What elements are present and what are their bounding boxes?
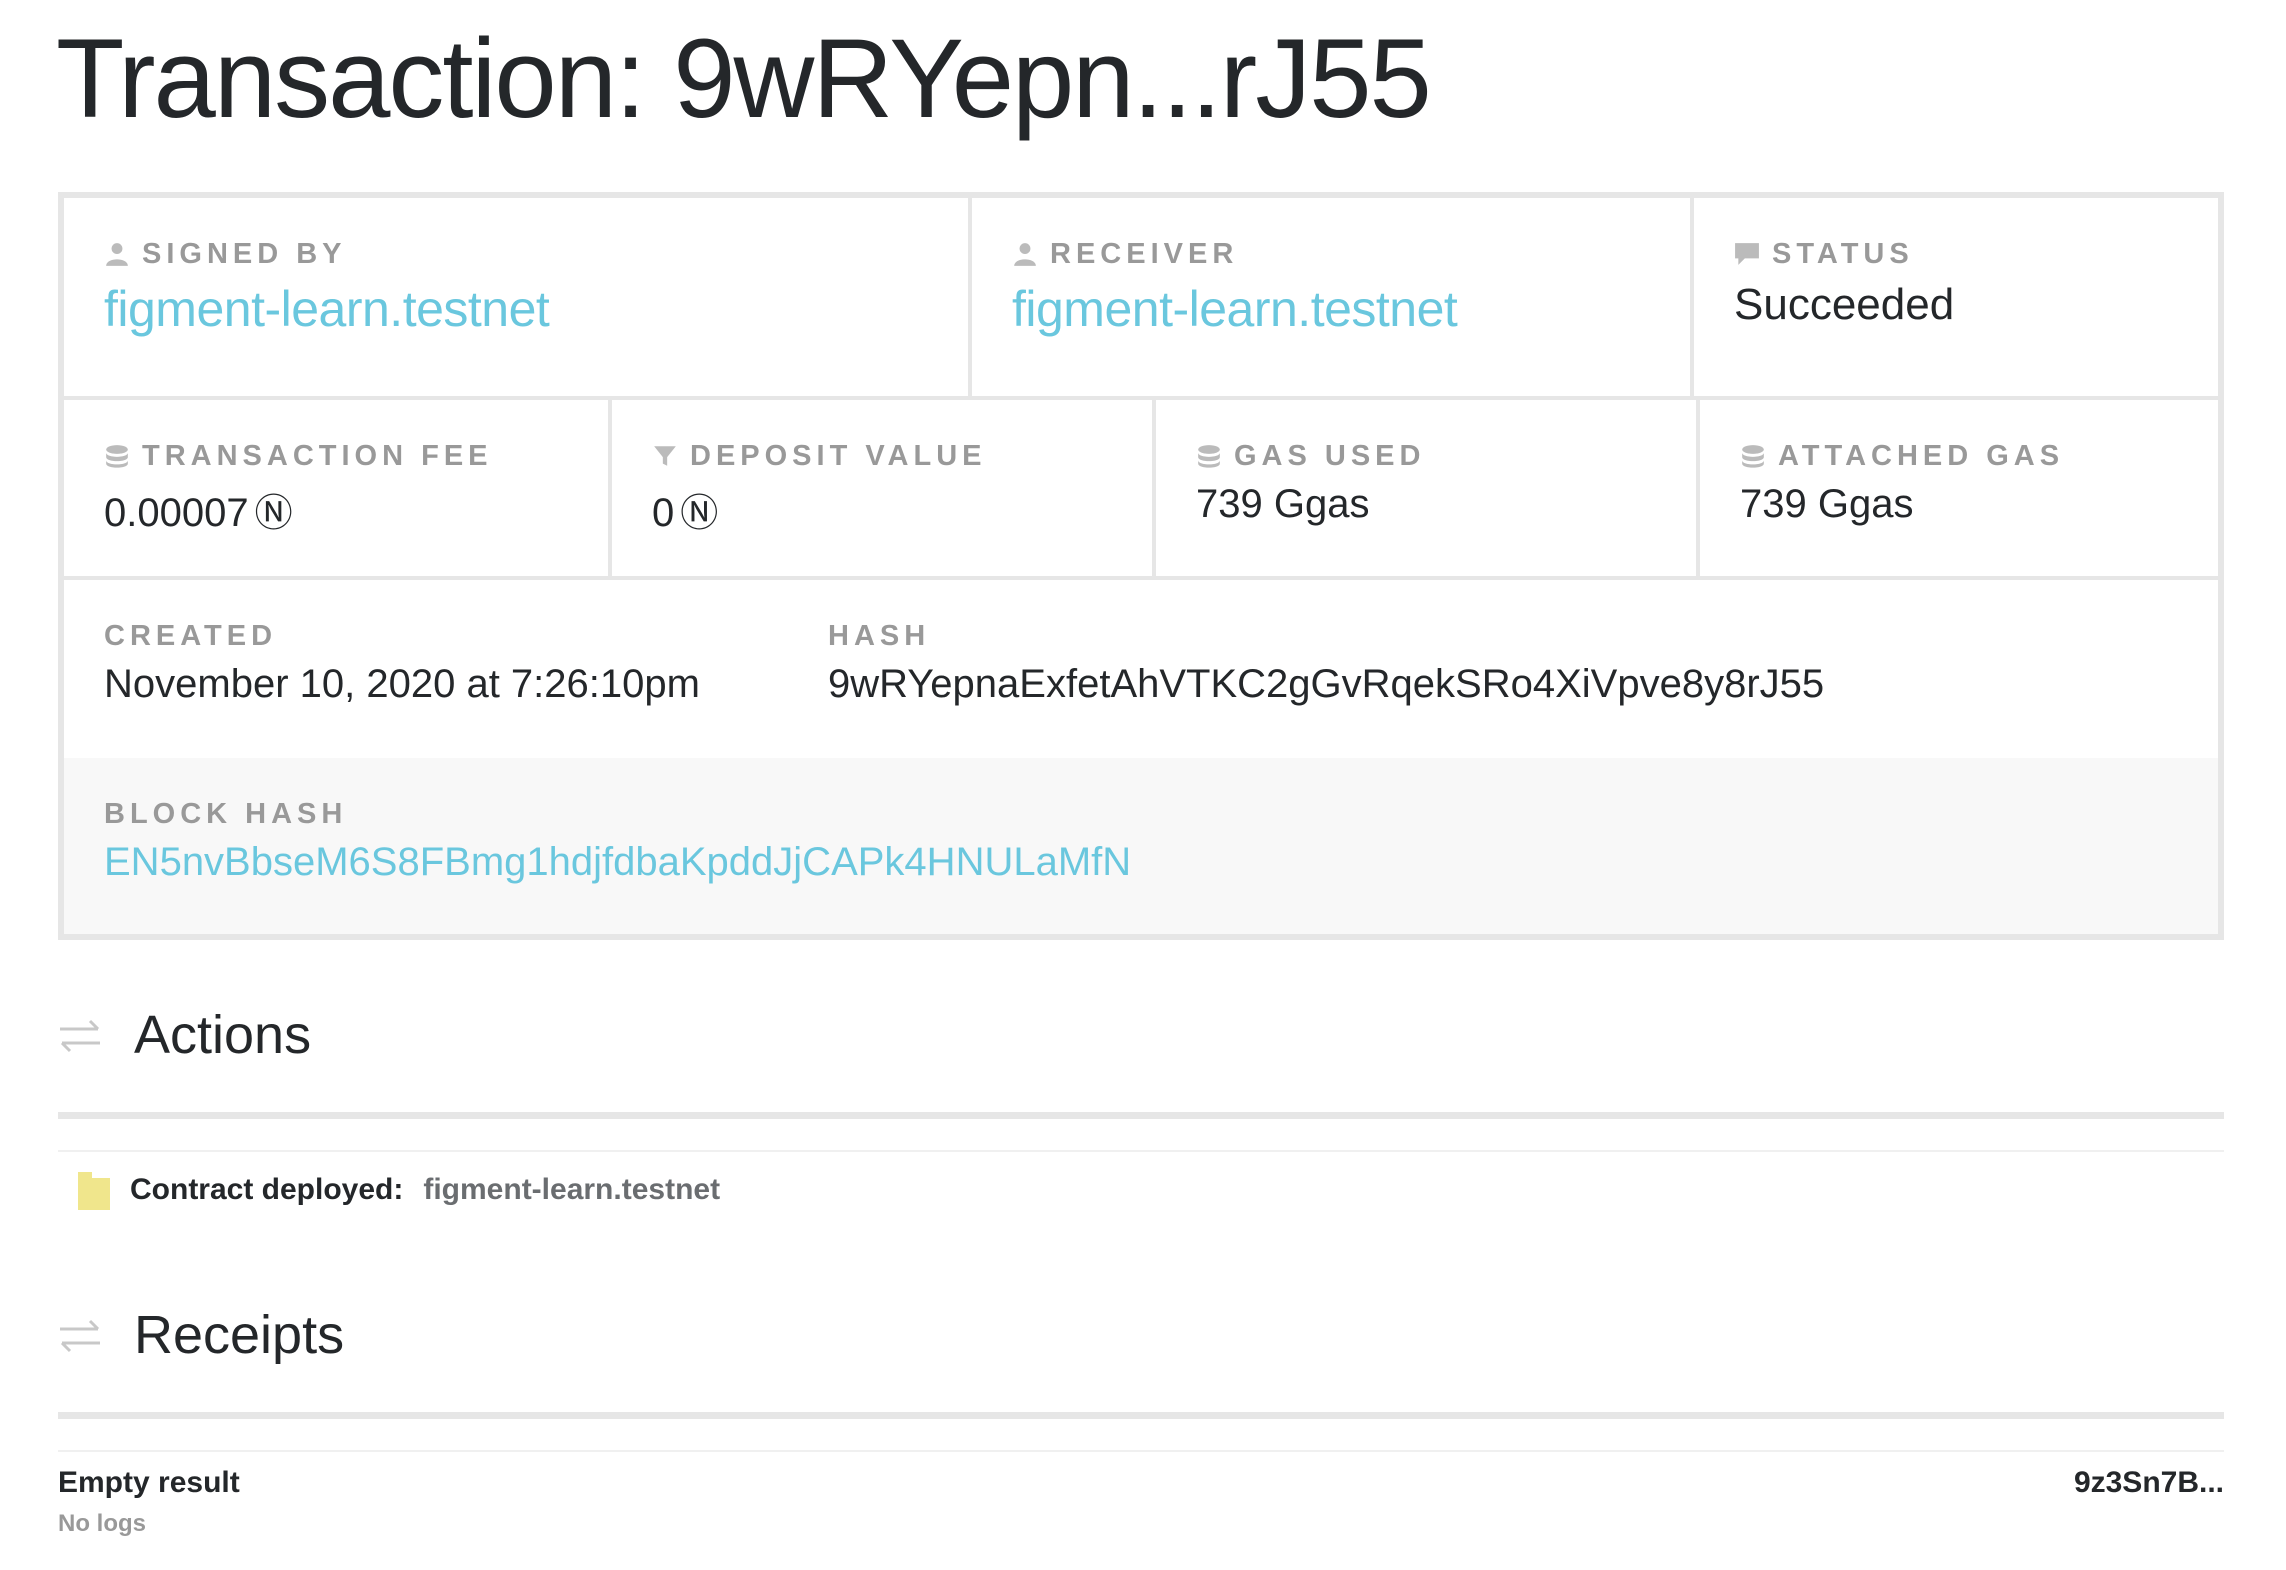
action-item: Contract deployed: figment-learn.testnet: [78, 1170, 720, 1210]
coins-icon: [1742, 445, 1764, 468]
user-icon: [106, 243, 128, 266]
status-cell: STATUS Succeeded: [1690, 198, 2218, 396]
attached-gas-value: 739 Ggas: [1740, 482, 1914, 526]
attached-gas-label: ATTACHED GAS: [1740, 438, 2218, 474]
page-title: Transaction: 9wRYepn...rJ55: [56, 16, 1432, 141]
actions-header: Actions: [56, 1004, 311, 1066]
block-hash-link[interactable]: EN5nvBbseM6S8FBmg1hdjfdbaKpddJjCAPk4HNUL…: [104, 840, 2218, 885]
transfer-arrows-icon: [60, 1319, 100, 1353]
near-token-icon: Ⓝ: [680, 493, 719, 535]
deposit-value-label: DEPOSIT VALUE: [652, 438, 1152, 474]
status-value: Succeeded: [1734, 280, 1955, 329]
created-value: November 10, 2020 at 7:26:10pm: [104, 662, 700, 706]
filter-icon: [654, 446, 676, 466]
coins-icon: [106, 445, 128, 468]
transaction-fee-value: 0.00007 Ⓝ: [104, 482, 608, 537]
overview-row-gas: TRANSACTION FEE 0.00007 Ⓝ DEPOSIT VALUE 0…: [64, 400, 2218, 580]
hash-label: HASH: [828, 619, 931, 652]
receiver-cell: RECEIVER figment-learn.testnet: [968, 198, 1690, 396]
receipt-item: Empty result No logs: [58, 1466, 240, 1538]
overview-row-created-hash: CREATED November 10, 2020 at 7:26:10pm H…: [64, 580, 2218, 758]
transfer-arrows-icon: [60, 1019, 100, 1053]
receipt-id[interactable]: 9z3Sn7B...: [2074, 1466, 2224, 1500]
receipt-logs: No logs: [58, 1510, 146, 1537]
created-cell: CREATED November 10, 2020 at 7:26:10pm: [64, 580, 788, 758]
attached-gas-cell: ATTACHED GAS 739 Ggas: [1696, 400, 2218, 576]
signed-by-cell: SIGNED BY figment-learn.testnet: [64, 198, 968, 396]
hash-value: 9wRYepnaExfetAhVTKC2gGvRqekSRo4XiVpve8y8…: [828, 662, 1825, 706]
transaction-fee-label: TRANSACTION FEE: [104, 438, 608, 474]
overview-row-block-hash: BLOCK HASH EN5nvBbseM6S8FBmg1hdjfdbaKpdd…: [64, 758, 2218, 934]
actions-row-divider: [58, 1150, 2224, 1152]
action-value[interactable]: figment-learn.testnet: [423, 1173, 720, 1207]
signed-by-link[interactable]: figment-learn.testnet: [104, 280, 968, 338]
receipts-divider: [58, 1412, 2224, 1419]
receipts-header: Receipts: [56, 1304, 344, 1366]
user-icon: [1014, 243, 1036, 266]
transaction-overview-card: SIGNED BY figment-learn.testnet RECEIVER…: [58, 192, 2224, 940]
receiver-link[interactable]: figment-learn.testnet: [1012, 280, 1690, 338]
coins-icon: [1198, 445, 1220, 468]
receiver-label: RECEIVER: [1012, 236, 1690, 272]
speech-bubble-icon: [1735, 243, 1759, 265]
block-hash-cell: BLOCK HASH EN5nvBbseM6S8FBmg1hdjfdbaKpdd…: [64, 758, 2218, 934]
gas-used-cell: GAS USED 739 Ggas: [1152, 400, 1696, 576]
receipts-row-divider: [58, 1450, 2224, 1452]
gas-used-value: 739 Ggas: [1196, 482, 1370, 526]
action-label: Contract deployed:: [130, 1173, 404, 1206]
gas-used-label: GAS USED: [1196, 438, 1696, 474]
actions-divider: [58, 1112, 2224, 1119]
receipts-heading: Receipts: [134, 1305, 345, 1365]
block-hash-label: BLOCK HASH: [104, 797, 348, 830]
deposit-value-cell: DEPOSIT VALUE 0 Ⓝ: [608, 400, 1152, 576]
overview-row-accounts: SIGNED BY figment-learn.testnet RECEIVER…: [64, 198, 2218, 400]
actions-heading: Actions: [134, 1005, 312, 1065]
file-icon: [78, 1172, 110, 1210]
hash-cell: HASH 9wRYepnaExfetAhVTKC2gGvRqekSRo4XiVp…: [788, 580, 2218, 758]
near-token-icon: Ⓝ: [254, 493, 293, 535]
transaction-fee-cell: TRANSACTION FEE 0.00007 Ⓝ: [64, 400, 608, 576]
status-label: STATUS: [1734, 236, 2218, 272]
deposit-value-value: 0 Ⓝ: [652, 482, 1152, 537]
signed-by-label: SIGNED BY: [104, 236, 968, 272]
created-label: CREATED: [104, 619, 278, 652]
receipt-status: Empty result: [58, 1466, 240, 1499]
